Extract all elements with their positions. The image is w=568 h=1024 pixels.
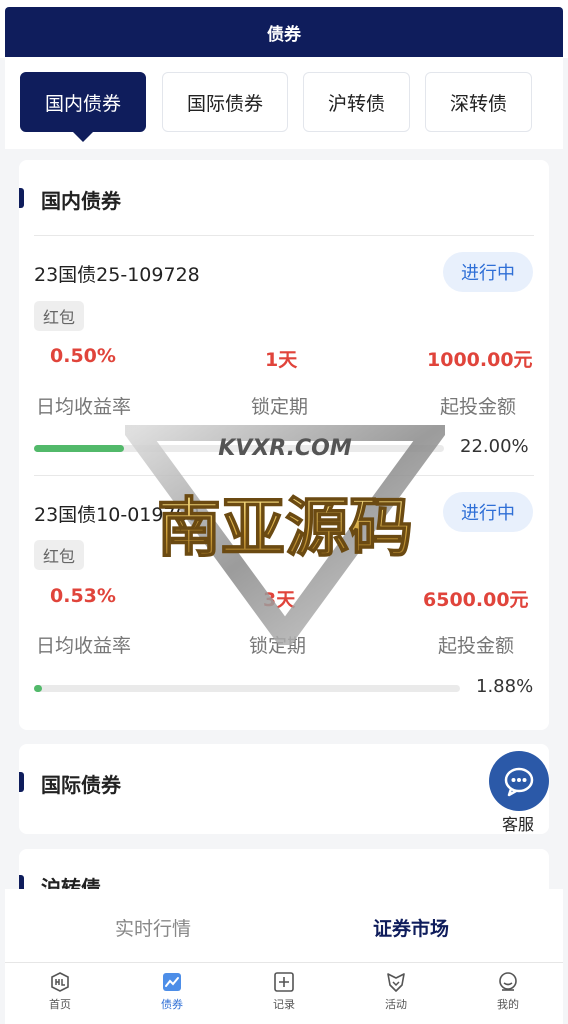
market-subtabs: 实时行情 证券市场 xyxy=(5,889,563,963)
section-marker xyxy=(19,772,24,792)
status-badge: 进行中 xyxy=(443,492,533,532)
divider xyxy=(34,475,534,476)
nav-label: 首页 xyxy=(49,998,71,1011)
divider xyxy=(34,235,534,236)
section-marker xyxy=(19,188,24,208)
progress-fill xyxy=(34,445,125,452)
tab-domestic-bonds[interactable]: 国内债券 xyxy=(20,72,146,142)
lock-period-label: 锁定期 xyxy=(249,635,307,657)
bond-name: 23国债10-019708 xyxy=(34,504,200,526)
lock-period-label: 锁定期 xyxy=(251,396,309,418)
nav-profile[interactable]: 我的 xyxy=(478,971,538,1012)
lock-period-value: 1天 xyxy=(265,349,298,371)
min-investment-value: 6500.00元 xyxy=(423,589,529,611)
chat-icon xyxy=(504,767,534,797)
subtab-securities-market[interactable]: 证券市场 xyxy=(373,914,449,941)
lock-period-value: 3天 xyxy=(263,589,296,611)
min-investment-label: 起投金额 xyxy=(438,635,515,657)
page-title: 债券 xyxy=(5,7,563,57)
category-tabs: 国内债券 国际债券 沪转债 深转债 xyxy=(5,57,563,149)
profile-icon xyxy=(499,972,517,991)
chart-icon xyxy=(163,973,181,991)
min-investment-label: 起投金额 xyxy=(440,396,517,418)
tab-shanghai-convertible[interactable]: 沪转债 xyxy=(303,72,410,132)
tab-international-bonds[interactable]: 国际债券 xyxy=(162,72,288,132)
progress-fill xyxy=(34,685,42,692)
nav-label: 活动 xyxy=(385,998,407,1011)
nav-bonds[interactable]: 债券 xyxy=(142,971,202,1012)
nav-activity[interactable]: 活动 xyxy=(366,971,426,1012)
tab-shenzhen-convertible[interactable]: 深转债 xyxy=(425,72,532,132)
nav-label: 债券 xyxy=(161,998,183,1011)
record-icon xyxy=(274,972,294,992)
domestic-bonds-card: 国内债券 23国债25-109728 进行中 红包 0.50% 1天 1000.… xyxy=(19,160,549,730)
progress-bar xyxy=(34,445,444,452)
section-title: 国际债券 xyxy=(41,773,121,797)
nav-home[interactable]: 首页 xyxy=(30,971,90,1012)
progress-percent: 22.00% xyxy=(460,436,529,457)
daily-yield-label: 日均收益率 xyxy=(36,635,132,657)
customer-service-label: 客服 xyxy=(502,815,535,834)
nav-label: 记录 xyxy=(273,998,295,1011)
daily-yield-label: 日均收益率 xyxy=(36,396,132,418)
nav-records[interactable]: 记录 xyxy=(254,971,314,1012)
customer-service-button[interactable] xyxy=(489,751,549,811)
activity-icon xyxy=(387,973,405,992)
nav-label: 我的 xyxy=(497,998,519,1011)
progress-percent: 1.88% xyxy=(476,676,534,697)
daily-yield-value: 0.50% xyxy=(50,345,116,367)
red-packet-tag: 红包 xyxy=(34,540,84,570)
bottom-nav: 首页 债券 记录 活动 我的 xyxy=(5,963,563,1024)
bond-name: 23国债25-109728 xyxy=(34,264,200,286)
min-investment-value: 1000.00元 xyxy=(427,349,533,371)
subtab-realtime-quotes[interactable]: 实时行情 xyxy=(115,914,191,941)
home-icon xyxy=(51,972,69,992)
red-packet-tag: 红包 xyxy=(34,301,84,331)
status-badge: 进行中 xyxy=(443,252,533,292)
section-title: 国内债券 xyxy=(41,189,121,213)
app-header: 债券 xyxy=(0,0,568,58)
international-bonds-card[interactable]: 国际债券 xyxy=(19,744,549,834)
daily-yield-value: 0.53% xyxy=(50,585,116,607)
progress-bar xyxy=(34,685,460,692)
